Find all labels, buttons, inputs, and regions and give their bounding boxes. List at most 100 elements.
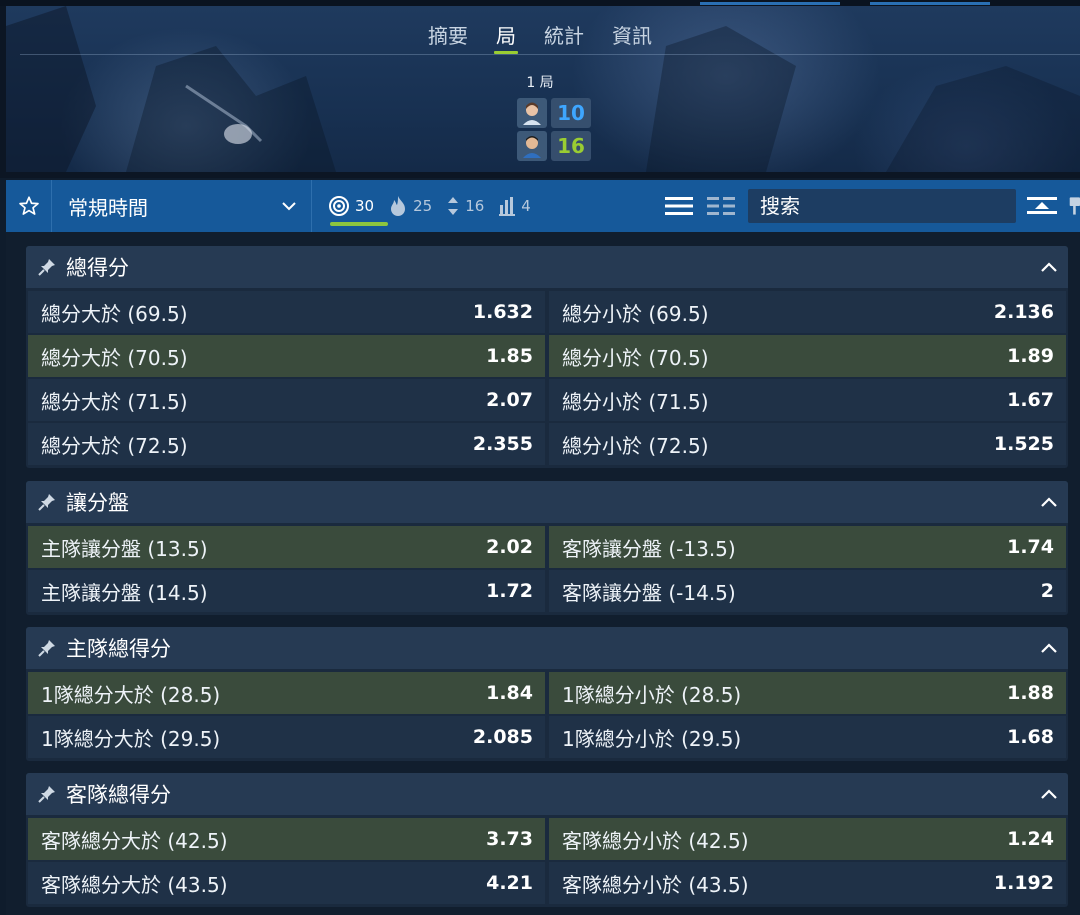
odds-cell[interactable]: 客隊讓分盤 (-14.5) 2 (549, 570, 1066, 612)
odds-value: 2.136 (993, 301, 1054, 323)
odds-cell[interactable]: 客隊總分大於 (43.5) 4.21 (28, 862, 545, 904)
outcome-label: 客隊讓分盤 (-13.5) (562, 536, 736, 561)
odds-value: 3.73 (486, 828, 533, 850)
active-filter-indicator (330, 222, 388, 226)
pin-icon[interactable] (38, 258, 56, 276)
odds-value: 1.525 (993, 433, 1054, 455)
market-title: 主隊總得分 (66, 637, 171, 661)
market-odds: 客隊總分大於 (42.5) 3.73 客隊總分小於 (42.5) 1.24 客隊總分… (26, 815, 1068, 907)
odds-cell[interactable]: 總分大於 (70.5) 1.85 (28, 335, 545, 377)
odds-cell[interactable]: 1隊總分小於 (29.5) 1.68 (549, 716, 1066, 758)
period-select-value: 常規時間 (68, 195, 148, 220)
odds-row: 1隊總分大於 (29.5) 2.085 1隊總分小於 (29.5) 1.68 (28, 715, 1066, 759)
search-input[interactable]: 搜索 (748, 189, 1016, 223)
market-header[interactable]: 客隊總得分 (26, 773, 1068, 815)
bars-icon (499, 197, 516, 216)
period-select[interactable]: 常規時間 (52, 180, 312, 232)
tab-stats[interactable]: 統計 (542, 18, 586, 54)
odds-cell[interactable]: 主隊讓分盤 (14.5) 1.72 (28, 570, 545, 612)
odds-value: 2.02 (486, 536, 533, 558)
outcome-label: 總分大於 (71.5) (41, 389, 188, 414)
markets-container: 總得分 總分大於 (69.5) 1.632 總分小於 (69.5) 2.136 總分… (6, 232, 1080, 915)
filter-all-count: 30 (355, 197, 375, 215)
odds-cell[interactable]: 客隊總分大於 (42.5) 3.73 (28, 818, 545, 860)
odds-cell[interactable]: 總分小於 (70.5) 1.89 (549, 335, 1066, 377)
odds-cell[interactable]: 1隊總分大於 (29.5) 2.085 (28, 716, 545, 758)
odds-value: 1.74 (1007, 536, 1054, 558)
odds-cell[interactable]: 1隊總分大於 (28.5) 1.84 (28, 672, 545, 714)
odds-row: 總分大於 (70.5) 1.85 總分小於 (70.5) 1.89 (28, 334, 1066, 378)
outcome-label: 總分大於 (72.5) (41, 433, 188, 458)
filter-popular[interactable]: 25 (388, 195, 432, 217)
odds-value: 4.21 (486, 872, 533, 894)
list-view-icon (665, 197, 693, 215)
tab-summary[interactable]: 摘要 (426, 18, 470, 54)
tab-sets[interactable]: 局 (494, 18, 518, 54)
odds-value: 1.84 (486, 682, 533, 704)
period-label: 1 局 (526, 75, 554, 91)
grid-view-icon (707, 197, 735, 215)
filter-over-under[interactable]: 16 (446, 195, 484, 217)
odds-row: 主隊讓分盤 (13.5) 2.02 客隊讓分盤 (-13.5) 1.74 (28, 525, 1066, 569)
market-header[interactable]: 主隊總得分 (26, 627, 1068, 669)
odds-value: 2.085 (472, 726, 533, 748)
odds-cell[interactable]: 主隊讓分盤 (13.5) 2.02 (28, 526, 545, 568)
home-score-row: 10 (517, 98, 591, 128)
list-view-button[interactable] (658, 180, 700, 232)
filter-all[interactable]: 30 (328, 195, 374, 217)
odds-value: 1.632 (472, 301, 533, 323)
outcome-label: 客隊總分大於 (43.5) (41, 872, 228, 897)
grid-view-button[interactable] (700, 180, 742, 232)
odds-cell[interactable]: 客隊讓分盤 (-13.5) 1.74 (549, 526, 1066, 568)
pin-icon[interactable] (38, 785, 56, 803)
fire-icon (391, 196, 406, 216)
odds-row: 總分大於 (69.5) 1.632 總分小於 (69.5) 2.136 (28, 290, 1066, 334)
up-down-icon (448, 197, 459, 215)
odds-cell[interactable]: 總分大於 (71.5) 2.07 (28, 379, 545, 421)
chevron-up-icon[interactable] (1040, 788, 1058, 800)
market-away-total: 客隊總得分 客隊總分大於 (42.5) 3.73 客隊總分小於 (42.5) 1.2… (26, 773, 1068, 907)
pin-icon[interactable] (38, 493, 56, 511)
toolbar-right: 搜索 (658, 180, 1080, 232)
pin-all-button[interactable] (1068, 180, 1080, 232)
odds-cell[interactable]: 1隊總分小於 (28.5) 1.88 (549, 672, 1066, 714)
odds-cell[interactable]: 總分小於 (72.5) 1.525 (549, 423, 1066, 465)
filter-handicap[interactable]: 4 (498, 196, 531, 216)
market-home-total: 主隊總得分 1隊總分大於 (28.5) 1.84 1隊總分小於 (28.5) 1.8… (26, 627, 1068, 761)
outcome-label: 主隊讓分盤 (14.5) (41, 580, 208, 605)
odds-value: 2.355 (472, 433, 533, 455)
outcome-label: 總分小於 (72.5) (562, 433, 709, 458)
outcome-label: 客隊總分小於 (42.5) (562, 828, 749, 853)
chevron-down-icon (282, 202, 296, 211)
odds-value: 1.192 (993, 872, 1054, 894)
chevron-up-icon[interactable] (1040, 261, 1058, 273)
match-hero: 摘要 局 統計 資訊 1 局 10 16 (0, 0, 1080, 178)
outcome-label: 主隊讓分盤 (13.5) (41, 536, 208, 561)
favorite-button[interactable] (6, 180, 52, 232)
odds-row: 總分大於 (71.5) 2.07 總分小於 (71.5) 1.67 (28, 378, 1066, 422)
outcome-label: 總分大於 (69.5) (41, 301, 188, 326)
market-filter-stats: 30 25 16 4 (312, 180, 539, 232)
tab-info[interactable]: 資訊 (610, 18, 654, 54)
odds-row: 客隊總分大於 (42.5) 3.73 客隊總分小於 (42.5) 1.24 (28, 817, 1066, 861)
odds-value: 1.72 (486, 580, 533, 602)
chevron-up-icon[interactable] (1040, 642, 1058, 654)
odds-cell[interactable]: 客隊總分小於 (43.5) 1.192 (549, 862, 1066, 904)
pin-icon[interactable] (38, 639, 56, 657)
outcome-label: 客隊總分大於 (42.5) (41, 828, 228, 853)
odds-row: 客隊總分大於 (43.5) 4.21 客隊總分小於 (43.5) 1.192 (28, 861, 1066, 905)
outcome-label: 1隊總分大於 (28.5) (41, 682, 221, 707)
away-player-avatar (517, 131, 547, 161)
market-header[interactable]: 總得分 (26, 246, 1068, 288)
odds-cell[interactable]: 總分大於 (72.5) 2.355 (28, 423, 545, 465)
odds-cell[interactable]: 客隊總分小於 (42.5) 1.24 (549, 818, 1066, 860)
odds-cell[interactable]: 總分大於 (69.5) 1.632 (28, 291, 545, 333)
odds-cell[interactable]: 總分小於 (69.5) 2.136 (549, 291, 1066, 333)
chevron-up-icon[interactable] (1040, 496, 1058, 508)
market-header[interactable]: 讓分盤 (26, 481, 1068, 523)
match-tabs: 摘要 局 統計 資訊 (0, 18, 1080, 56)
collapse-all-button[interactable] (1016, 180, 1068, 232)
outcome-label: 總分大於 (70.5) (41, 345, 188, 370)
target-icon (329, 196, 349, 216)
odds-cell[interactable]: 總分小於 (71.5) 1.67 (549, 379, 1066, 421)
